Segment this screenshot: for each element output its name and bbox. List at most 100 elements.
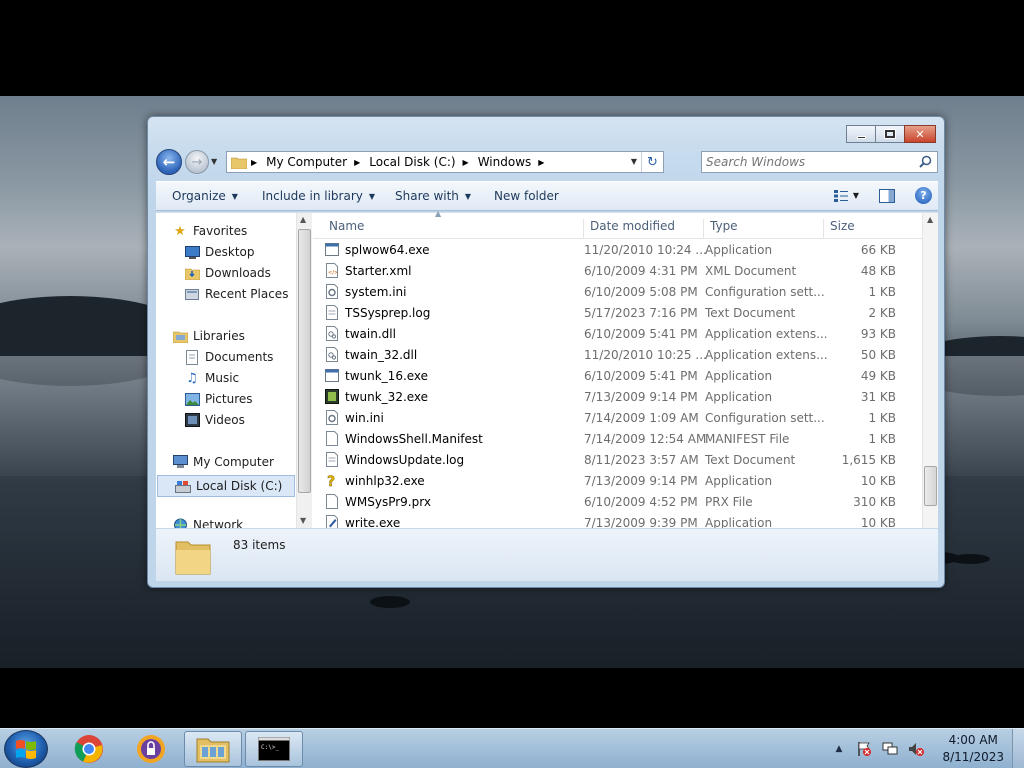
close-button[interactable]: ✕ bbox=[904, 125, 936, 143]
file-row[interactable]: win.ini 7/14/2009 1:09 AM Configuration se… bbox=[313, 407, 922, 428]
forward-button[interactable]: → bbox=[185, 150, 209, 174]
breadcrumb-separator[interactable]: ▶ bbox=[251, 158, 266, 167]
file-row[interactable]: </> Starter.xml 6/10/2009 4:31 PM XML Docum… bbox=[313, 260, 922, 281]
search-icon[interactable] bbox=[919, 155, 932, 168]
breadcrumb-windows[interactable]: Windows ▶ bbox=[478, 155, 554, 169]
file-name: system.ini bbox=[345, 284, 407, 299]
file-date-modified: 11/20/2010 10:24 ... bbox=[584, 242, 707, 257]
text-icon bbox=[325, 452, 339, 467]
address-dropdown-button[interactable]: ▼ bbox=[631, 157, 637, 166]
navigation-scrollbar[interactable]: ▲ ▼ bbox=[296, 213, 312, 529]
file-size: 66 KB bbox=[860, 242, 896, 257]
nav-videos[interactable]: Videos bbox=[184, 412, 245, 428]
show-desktop-button[interactable] bbox=[1012, 729, 1024, 768]
nav-desktop[interactable]: Desktop bbox=[184, 244, 255, 260]
nav-favorites[interactable]: ★ Favorites bbox=[172, 223, 247, 239]
star-icon: ★ bbox=[174, 223, 186, 239]
nav-music[interactable]: ♫ Music bbox=[184, 370, 239, 386]
organize-menu[interactable]: Organize ▼ bbox=[172, 189, 238, 203]
nav-local-disk[interactable]: Local Disk (C:) bbox=[157, 475, 295, 497]
app-icon bbox=[325, 242, 339, 257]
file-row[interactable]: ? winhlp32.exe 7/13/2009 9:14 PM Applicatio… bbox=[313, 470, 922, 491]
taskbar-explorer[interactable] bbox=[184, 731, 242, 767]
file-list-scrollbar[interactable]: ▲ bbox=[922, 213, 938, 529]
svg-text:</>: </> bbox=[328, 270, 338, 276]
volume-muted-icon[interactable] bbox=[908, 741, 925, 757]
explorer-icon bbox=[196, 738, 230, 763]
nav-recent-places[interactable]: Recent Places bbox=[184, 286, 288, 302]
file-row[interactable]: twunk_16.exe 6/10/2009 5:41 PM Application… bbox=[313, 365, 922, 386]
file-row[interactable]: WindowsShell.Manifest 7/14/2009 12:54 AM M… bbox=[313, 428, 922, 449]
file-type: Configuration sett... bbox=[705, 410, 825, 425]
desktop-bottom bbox=[0, 668, 1024, 728]
nav-libraries[interactable]: Libraries bbox=[172, 328, 245, 344]
refresh-icon[interactable]: ↻ bbox=[641, 152, 663, 172]
view-options-caret[interactable]: ▼ bbox=[853, 191, 859, 200]
file-row[interactable]: WindowsUpdate.log 8/11/2023 3:57 AM Text D… bbox=[313, 449, 922, 470]
preview-pane-icon[interactable] bbox=[879, 188, 895, 203]
file-list: ▲ Name Date modified Type Size splwow64.… bbox=[313, 209, 938, 530]
text-icon bbox=[325, 305, 339, 320]
address-bar[interactable]: ▶ My Computer ▶ Local Disk (C:) ▶ Windows ▶… bbox=[226, 151, 664, 173]
file-row[interactable]: splwow64.exe 11/20/2010 10:24 ... Applicat… bbox=[313, 239, 922, 260]
share-with-menu[interactable]: Share with ▼ bbox=[395, 189, 471, 203]
nav-my-computer[interactable]: My Computer bbox=[172, 454, 274, 470]
windows-logo-icon bbox=[16, 740, 36, 759]
start-button[interactable] bbox=[4, 730, 48, 768]
maximize-button[interactable] bbox=[875, 125, 905, 143]
change-view-icon[interactable] bbox=[833, 189, 849, 203]
minimize-button[interactable] bbox=[846, 125, 876, 143]
search-box[interactable] bbox=[701, 151, 938, 173]
file-row[interactable]: twain_32.dll 11/20/2010 10:25 ... Applicat… bbox=[313, 344, 922, 365]
config-icon bbox=[325, 284, 339, 299]
file-list-scrollbar-thumb[interactable] bbox=[924, 466, 937, 506]
breadcrumb-my-computer[interactable]: My Computer ▶ bbox=[266, 155, 369, 169]
show-hidden-icons-icon[interactable]: ▲ bbox=[836, 744, 843, 754]
file-row[interactable]: WMSysPr9.prx 6/10/2009 4:52 PM PRX File 310… bbox=[313, 491, 922, 512]
recent-pages-button[interactable]: ▼ bbox=[211, 157, 221, 167]
explorer-window[interactable]: ✕ ← → ▼ ▶ My Computer ▶ Local Disk (C:) ▶ … bbox=[147, 116, 945, 588]
taskbar-cmd[interactable]: C:\>_ bbox=[245, 731, 303, 767]
help-file-icon: ? bbox=[325, 473, 339, 490]
file-date-modified: 5/17/2023 7:16 PM bbox=[584, 305, 698, 320]
nav-pictures[interactable]: Pictures bbox=[184, 391, 253, 407]
help-icon[interactable]: ? bbox=[915, 187, 932, 204]
file-row[interactable]: system.ini 6/10/2009 5:08 PM Configuration… bbox=[313, 281, 922, 302]
pictures-icon bbox=[184, 391, 200, 407]
action-center-icon[interactable] bbox=[856, 741, 872, 757]
file-row[interactable]: TSSysprep.log 5/17/2023 7:16 PM Text Docum… bbox=[313, 302, 922, 323]
xml-icon: </> bbox=[325, 263, 339, 278]
column-size[interactable]: Size bbox=[824, 219, 904, 239]
file-date-modified: 6/10/2009 5:41 PM bbox=[584, 368, 698, 383]
column-headers: ▲ Name Date modified Type Size bbox=[313, 209, 922, 239]
file-size: 48 KB bbox=[860, 263, 896, 278]
file-name: Starter.xml bbox=[345, 263, 412, 278]
videos-icon bbox=[184, 412, 200, 428]
column-date-modified[interactable]: Date modified bbox=[584, 219, 704, 239]
svg-text:?: ? bbox=[327, 474, 335, 488]
file-date-modified: 8/11/2023 3:57 AM bbox=[584, 452, 699, 467]
breadcrumb-local-disk[interactable]: Local Disk (C:) ▶ bbox=[369, 155, 477, 169]
navigation-scrollbar-thumb[interactable] bbox=[298, 229, 311, 493]
network-status-icon[interactable] bbox=[882, 741, 898, 757]
file-row[interactable]: twain.dll 6/10/2009 5:41 PM Application ex… bbox=[313, 323, 922, 344]
back-button[interactable]: ← bbox=[156, 149, 182, 175]
file-date-modified: 7/14/2009 12:54 AM bbox=[584, 431, 707, 446]
sort-ascending-icon: ▲ bbox=[435, 209, 442, 218]
file-size: 10 KB bbox=[860, 473, 896, 488]
column-type[interactable]: Type bbox=[704, 219, 824, 239]
nav-documents[interactable]: Documents bbox=[184, 349, 273, 365]
taskbar-lock-app[interactable] bbox=[122, 731, 180, 767]
search-input[interactable] bbox=[702, 152, 902, 172]
file-type: MANIFEST File bbox=[705, 431, 790, 446]
nav-downloads[interactable]: Downloads bbox=[184, 265, 271, 281]
taskbar-chrome[interactable] bbox=[60, 731, 118, 767]
command-bar: Organize ▼ Include in library ▼ Share with… bbox=[156, 181, 938, 211]
column-name[interactable]: Name bbox=[323, 219, 584, 239]
include-in-library-menu[interactable]: Include in library ▼ bbox=[262, 189, 375, 203]
file-row[interactable]: twunk_32.exe 7/13/2009 9:14 PM Application… bbox=[313, 386, 922, 407]
clock[interactable]: 4:00 AM 8/11/2023 bbox=[942, 732, 1004, 766]
view-controls: ▼ ? bbox=[833, 187, 932, 204]
caption-buttons: ✕ bbox=[846, 125, 936, 143]
new-folder-button[interactable]: New folder bbox=[494, 189, 559, 203]
